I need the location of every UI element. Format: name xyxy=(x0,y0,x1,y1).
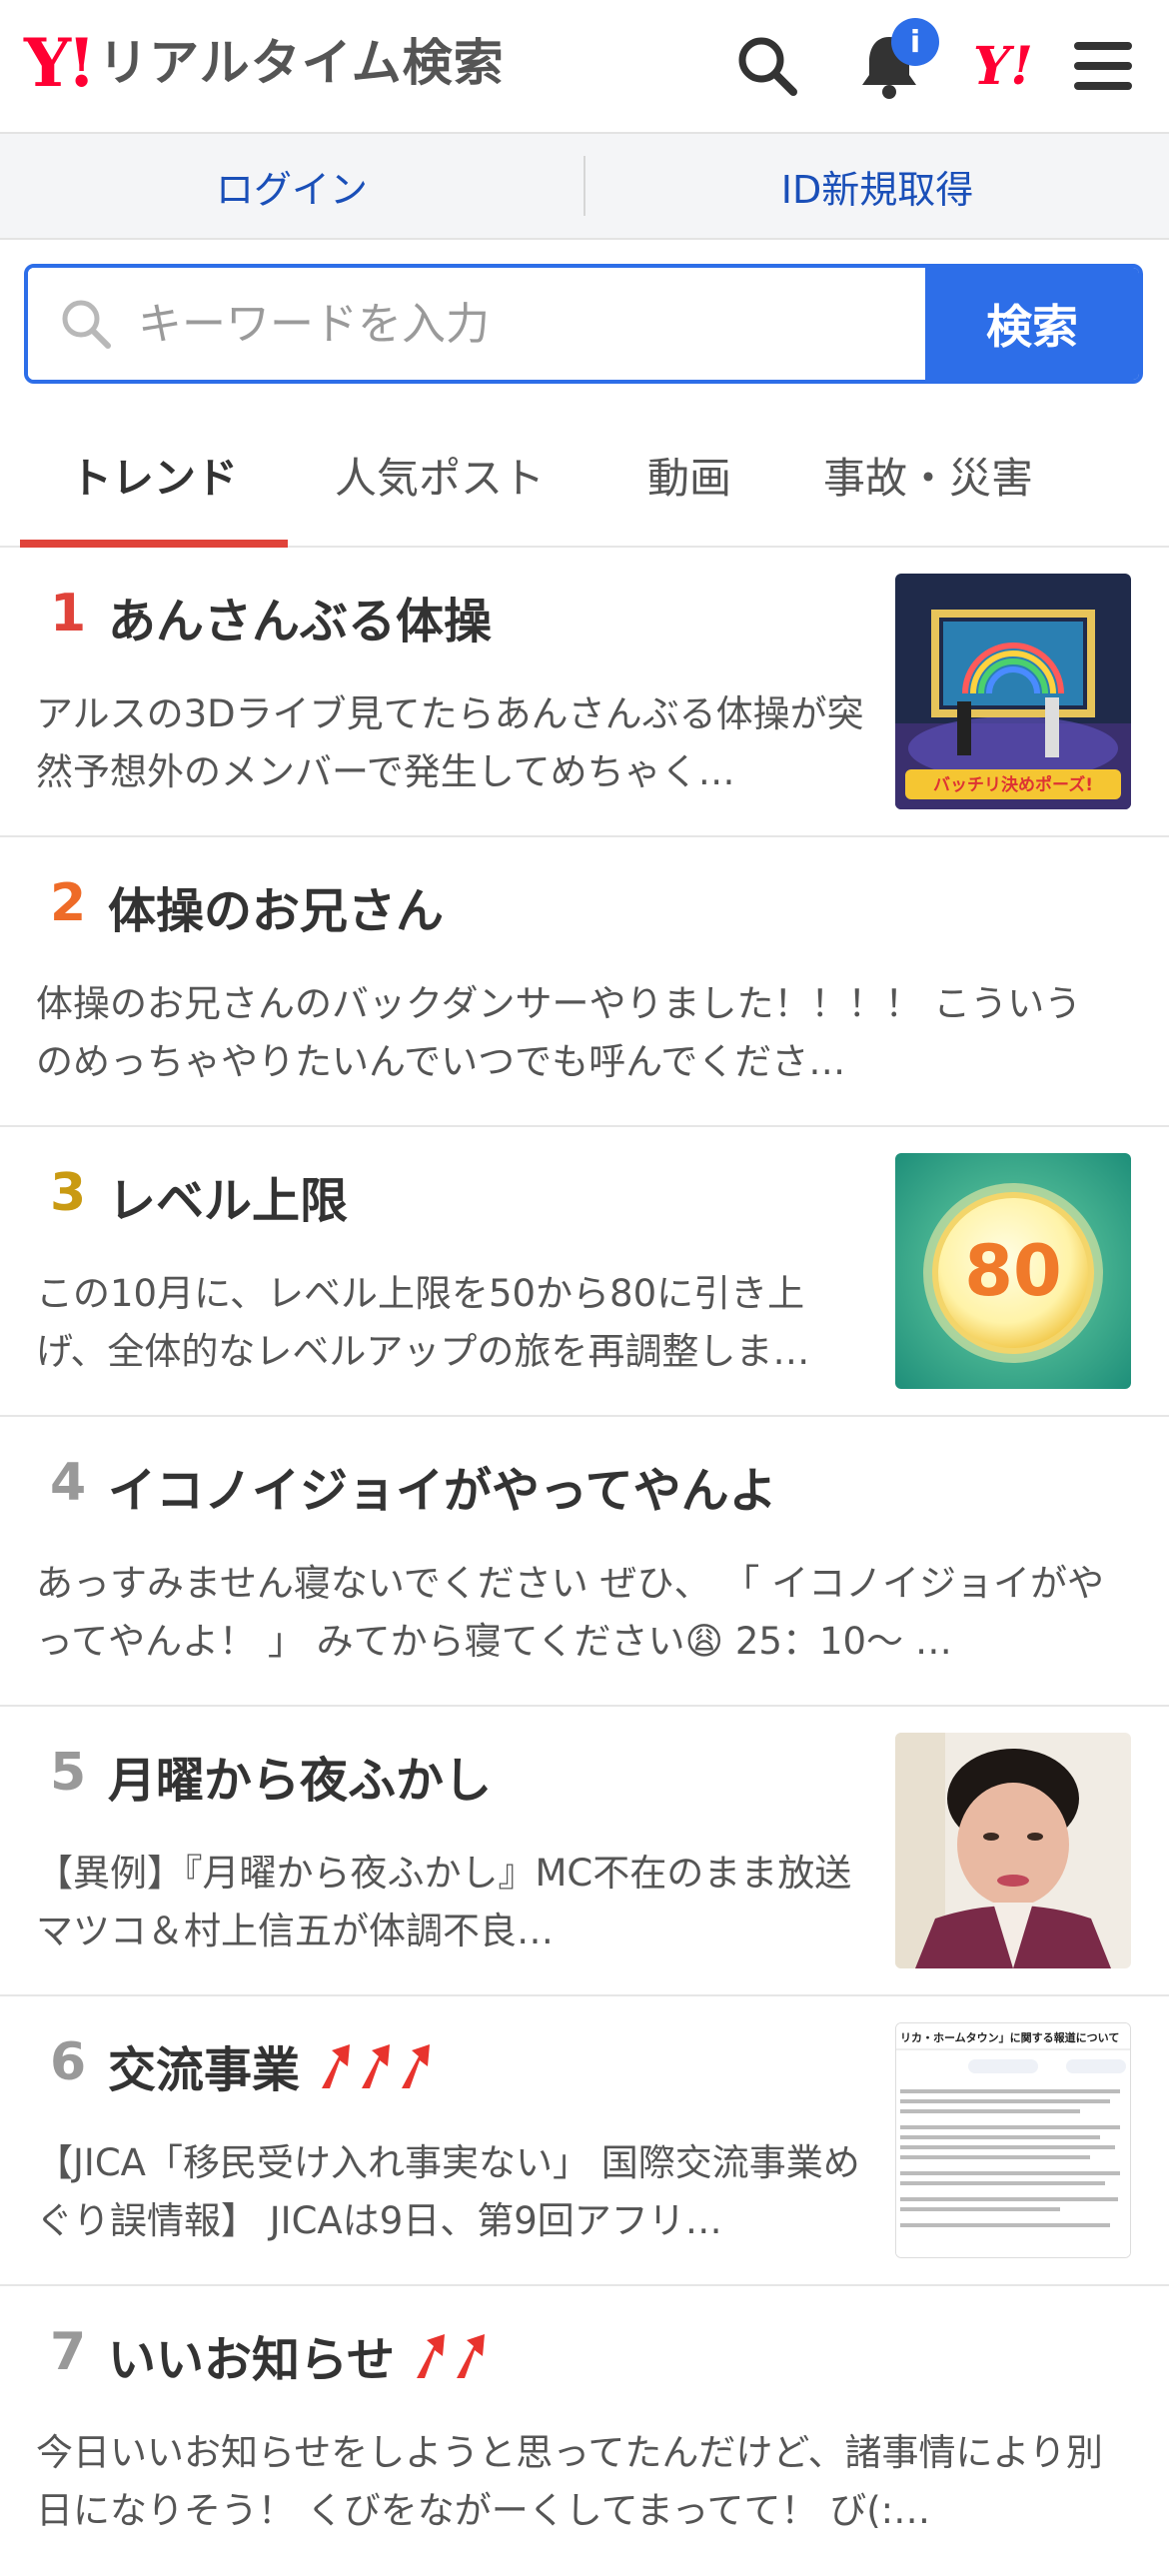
trend-item[interactable]: 6 交流事業 【JICA「移民受け入れ事実ない」 国際交流事業めぐり誤情報】 J… xyxy=(0,1996,1169,2286)
trend-thumbnail[interactable]: 80 xyxy=(895,1153,1131,1389)
yahoo-logo-mark: Y! xyxy=(24,24,96,102)
search-field-icon xyxy=(58,296,114,352)
trend-title: あんさんぶる体操 xyxy=(108,594,493,649)
tab-videos[interactable]: 動画 xyxy=(591,404,787,546)
trend-item[interactable]: 1 あんさんぶる体操 アルスの3Dライブ見てたらあんさんぶる体操が突然予想外のメ… xyxy=(0,548,1169,837)
tab-trend[interactable]: トレンド xyxy=(20,404,288,548)
trend-description: 体操のお兄さんのバックダンサーやりました！！！！ こういうのめっちゃやりたいんで… xyxy=(36,982,1082,1083)
trend-rank: 3 xyxy=(50,1163,87,1223)
trend-rank: 4 xyxy=(50,1453,87,1513)
yahoo-top-link[interactable]: Y! xyxy=(965,28,1041,104)
search-bar: 検索 xyxy=(24,264,1143,384)
category-tabs: トレンド 人気ポスト 動画 事故・災害 xyxy=(0,404,1169,548)
rising-arrows-icon xyxy=(413,2330,497,2380)
trend-title: レベル上限 xyxy=(108,1173,349,1229)
trend-description: 【異例】『月曜から夜ふかし』MC不在のまま放送 マツコ＆村上信五が体調不良… xyxy=(36,1852,852,1952)
trend-thumbnail[interactable]: リカ・ホームタウン」に関する報道について xyxy=(895,2022,1131,2258)
trend-description: アルスの3Dライブ見てたらあんさんぶる体操が突然予想外のメンバーで発生してめちゃ… xyxy=(36,692,864,793)
trend-title: 体操のお兄さん xyxy=(108,883,445,939)
app-header: Y! リアルタイム検索 i Y! xyxy=(0,0,1169,134)
trend-rank: 7 xyxy=(50,2322,87,2382)
trend-item[interactable]: 3 レベル上限 この10月に、レベル上限を50から80に引き上げ、全体的なレベル… xyxy=(0,1127,1169,1417)
register-link[interactable]: ID新規取得 xyxy=(585,134,1169,238)
yahoo-mark: Y! xyxy=(973,35,1033,97)
trend-title: イコノイジョイがやってやんよ xyxy=(108,1463,777,1519)
trend-item[interactable]: 2 体操のお兄さん 体操のお兄さんのバックダンサーやりました！！！！ こういうの… xyxy=(0,837,1169,1127)
trend-description: この10月に、レベル上限を50から80に引き上げ、全体的なレベルアップの旅を再調… xyxy=(36,1272,810,1373)
trend-title: いいお知らせ xyxy=(108,2320,497,2390)
trend-rank: 5 xyxy=(50,1743,87,1803)
level-number: 80 xyxy=(964,1230,1061,1312)
trend-rank: 2 xyxy=(50,873,87,933)
notification-bell-icon[interactable]: i xyxy=(851,18,939,104)
notification-badge: i xyxy=(891,18,939,66)
trend-thumbnail[interactable]: バッチリ決めポーズ! xyxy=(895,574,1131,809)
trend-description: あっすみません寝ないでください ぜひ、 「 イコノイジョイがやってやんよ！ 」 … xyxy=(36,1562,1105,1663)
trend-list: 1 あんさんぶる体操 アルスの3Dライブ見てたらあんさんぶる体操が突然予想外のメ… xyxy=(0,548,1169,2576)
yahoo-realtime-logo[interactable]: Y! リアルタイム検索 xyxy=(24,30,505,96)
trend-rank: 1 xyxy=(50,584,87,644)
trend-item[interactable]: 5 月曜から夜ふかし 【異例】『月曜から夜ふかし』MC不在のまま放送 マツコ＆村… xyxy=(0,1707,1169,1996)
trend-thumbnail[interactable] xyxy=(895,1733,1131,1968)
trend-item[interactable]: 4 イコノイジョイがやってやんよ あっすみません寝ないでください ぜひ、 「 イ… xyxy=(0,1417,1169,1707)
thumbnail-caption: リカ・ホームタウン」に関する報道について xyxy=(900,2030,1119,2044)
search-icon[interactable] xyxy=(729,28,805,104)
menu-icon[interactable] xyxy=(1065,28,1141,104)
tab-popular-posts[interactable]: 人気ポスト xyxy=(288,404,591,546)
thumbnail-caption: バッチリ決めポーズ! xyxy=(933,774,1093,795)
search-field-wrap xyxy=(28,268,925,380)
trend-description: 【JICA「移民受け入れ事実ない」 国際交流事業めぐり誤情報】 JICAは9日、… xyxy=(36,2141,860,2242)
trend-description: 今日いいお知らせをしようと思ってたんだけど、諸事情により別日になりそう！ くびを… xyxy=(36,2431,1103,2532)
search-button[interactable]: 検索 xyxy=(925,268,1139,380)
rising-arrows-icon xyxy=(318,2040,442,2090)
auth-bar: ログイン ID新規取得 xyxy=(0,134,1169,240)
trend-rank: 6 xyxy=(50,2032,87,2092)
login-link[interactable]: ログイン xyxy=(0,134,584,238)
trend-title: 月曜から夜ふかし xyxy=(108,1753,493,1809)
trend-item[interactable]: 7 いいお知らせ 今日いいお知らせをしようと思ってたんだけど、諸事情により別日に… xyxy=(0,2286,1169,2576)
logo-title: リアルタイム検索 xyxy=(98,34,505,92)
tab-accidents-disasters[interactable]: 事故・災害 xyxy=(787,404,1069,546)
trend-title: 交流事業 xyxy=(108,2030,442,2100)
search-input[interactable] xyxy=(136,297,925,351)
